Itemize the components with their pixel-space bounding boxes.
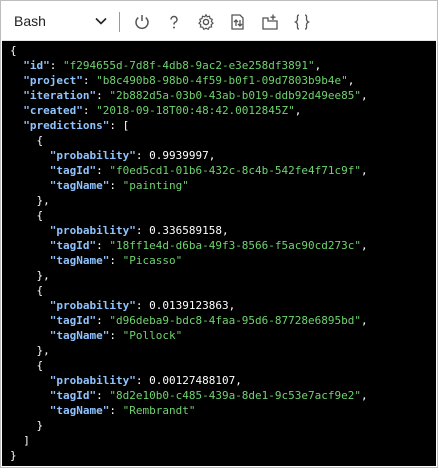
json-value-created: "2018-09-18T00:48:42.0012845Z" xyxy=(96,104,295,117)
json-value-iteration: "2b882d5a-03b0-43ab-b019-ddb92d49ee85" xyxy=(109,89,362,102)
open-new-session-button[interactable] xyxy=(259,11,281,33)
json-line: } xyxy=(10,449,17,462)
json-line: "tagId": "8d2e10b0-c485-439a-8de1-9c53e7… xyxy=(49,389,368,402)
json-line: "tagName": "painting" xyxy=(49,179,189,192)
help-button[interactable] xyxy=(163,11,185,33)
json-key-probability: "probability" xyxy=(49,149,136,162)
json-line: "tagName": "Picasso" xyxy=(49,254,183,267)
json-key-project: "project" xyxy=(23,74,83,87)
settings-button[interactable] xyxy=(195,11,217,33)
json-key-created: "created" xyxy=(23,104,83,117)
json-key-tagid: "tagId" xyxy=(49,164,97,177)
json-key-predictions: "predictions" xyxy=(23,119,110,132)
json-line: { xyxy=(10,44,17,57)
power-icon xyxy=(135,15,149,29)
json-value-tagname: "Pollock" xyxy=(122,329,183,342)
json-line: "probability": 0.9939997, xyxy=(49,149,216,162)
json-line: "tagId": "18ff1e4d-d6ba-49f3-8566-f5ac90… xyxy=(49,239,368,252)
json-value-tagid: "8d2e10b0-c485-439a-8de1-9c53e7acf9e2" xyxy=(109,389,362,402)
restart-button[interactable] xyxy=(131,11,153,33)
json-line: } xyxy=(36,419,44,432)
braces-icon xyxy=(294,14,310,30)
json-value-tagid: "f0ed5cd1-01b6-432c-8c4b-542fe4f71c9f" xyxy=(109,164,362,177)
json-line: "created": "2018-09-18T00:48:42.0012845Z… xyxy=(23,104,302,117)
terminal-output[interactable]: { "id": "f294655d-7d8f-4db8-9ac2-e3e258d… xyxy=(2,41,436,466)
json-value-probability: 0.0139123863 xyxy=(149,299,229,312)
json-value-tagname: "painting" xyxy=(122,179,189,192)
json-key-tagid: "tagId" xyxy=(49,389,97,402)
help-icon xyxy=(170,15,178,29)
json-key-probability: "probability" xyxy=(49,299,136,312)
json-key-probability: "probability" xyxy=(49,224,136,237)
open-editor-icon xyxy=(262,14,278,30)
json-value-tagid: "d96deba9-bdc8-4faa-95d6-87728e6895bd" xyxy=(109,314,362,327)
json-key-tagid: "tagId" xyxy=(49,239,97,252)
json-line: "probability": 0.0139123863, xyxy=(49,299,236,312)
json-line: "tagName": "Rembrandt" xyxy=(49,404,196,417)
json-line: { xyxy=(36,209,44,222)
shell-selector-value: Bash xyxy=(14,13,46,29)
json-value-probability: 0.336589158 xyxy=(149,224,222,237)
json-line: }, xyxy=(36,344,50,357)
json-key-probability: "probability" xyxy=(49,374,136,387)
json-key-tagname: "tagName" xyxy=(49,254,110,267)
json-line: "probability": 0.336589158, xyxy=(49,224,229,237)
json-line: "iteration": "2b882d5a-03b0-43ab-b019-dd… xyxy=(23,89,368,102)
json-value-tagname: "Rembrandt" xyxy=(122,404,196,417)
toolbar-divider xyxy=(119,12,120,32)
json-line: "tagId": "d96deba9-bdc8-4faa-95d6-87728e… xyxy=(49,314,368,327)
json-line: { xyxy=(36,284,44,297)
json-line: }, xyxy=(36,269,50,282)
json-value-probability: 0.9939997 xyxy=(149,149,209,162)
cloud-shell-window: Bash { "id": "f294655d-7d8f-4db8-9ac2-e3… xyxy=(0,0,438,468)
shell-selector[interactable]: Bash xyxy=(6,8,114,34)
json-line: "tagName": "Pollock" xyxy=(49,329,183,342)
toolbar: Bash xyxy=(2,2,436,41)
gear-icon xyxy=(198,13,214,31)
json-key-tagid: "tagId" xyxy=(49,314,97,327)
json-line: "id": "f294655d-7d8f-4db8-9ac2-e3e258df3… xyxy=(23,59,322,72)
json-key-iteration: "iteration" xyxy=(23,89,97,102)
json-key-tagname: "tagName" xyxy=(49,179,110,192)
json-value-id: "f294655d-7d8f-4db8-9ac2-e3e258df3891" xyxy=(63,59,315,72)
json-line: { xyxy=(36,359,44,372)
editor-button[interactable] xyxy=(291,11,313,33)
json-value-tagid: "18ff1e4d-d6ba-49f3-8566-f5ac90cd273c" xyxy=(109,239,362,252)
json-line: }, xyxy=(36,194,50,207)
json-key-id: "id" xyxy=(23,59,50,72)
json-line: "probability": 0.00127488107, xyxy=(49,374,242,387)
chevron-down-icon xyxy=(95,17,107,25)
json-value-tagname: "Picasso" xyxy=(122,254,183,267)
json-line: "project": "b8c490b8-98b0-4f59-b0f1-09d7… xyxy=(23,74,355,87)
json-value-probability: 0.00127488107 xyxy=(149,374,236,387)
json-line: "tagId": "f0ed5cd1-01b6-432c-8c4b-542fe4… xyxy=(49,164,368,177)
json-key-tagname: "tagName" xyxy=(49,404,110,417)
json-key-tagname: "tagName" xyxy=(49,329,110,342)
json-value-project: "b8c490b8-98b0-4f59-b0f1-09d7803b9b4e" xyxy=(96,74,348,87)
upload-download-button[interactable] xyxy=(227,11,249,33)
json-line: ] xyxy=(23,434,30,447)
json-line: { xyxy=(36,134,44,147)
json-line: "predictions": [ xyxy=(23,119,130,132)
upload-download-icon xyxy=(231,14,244,30)
